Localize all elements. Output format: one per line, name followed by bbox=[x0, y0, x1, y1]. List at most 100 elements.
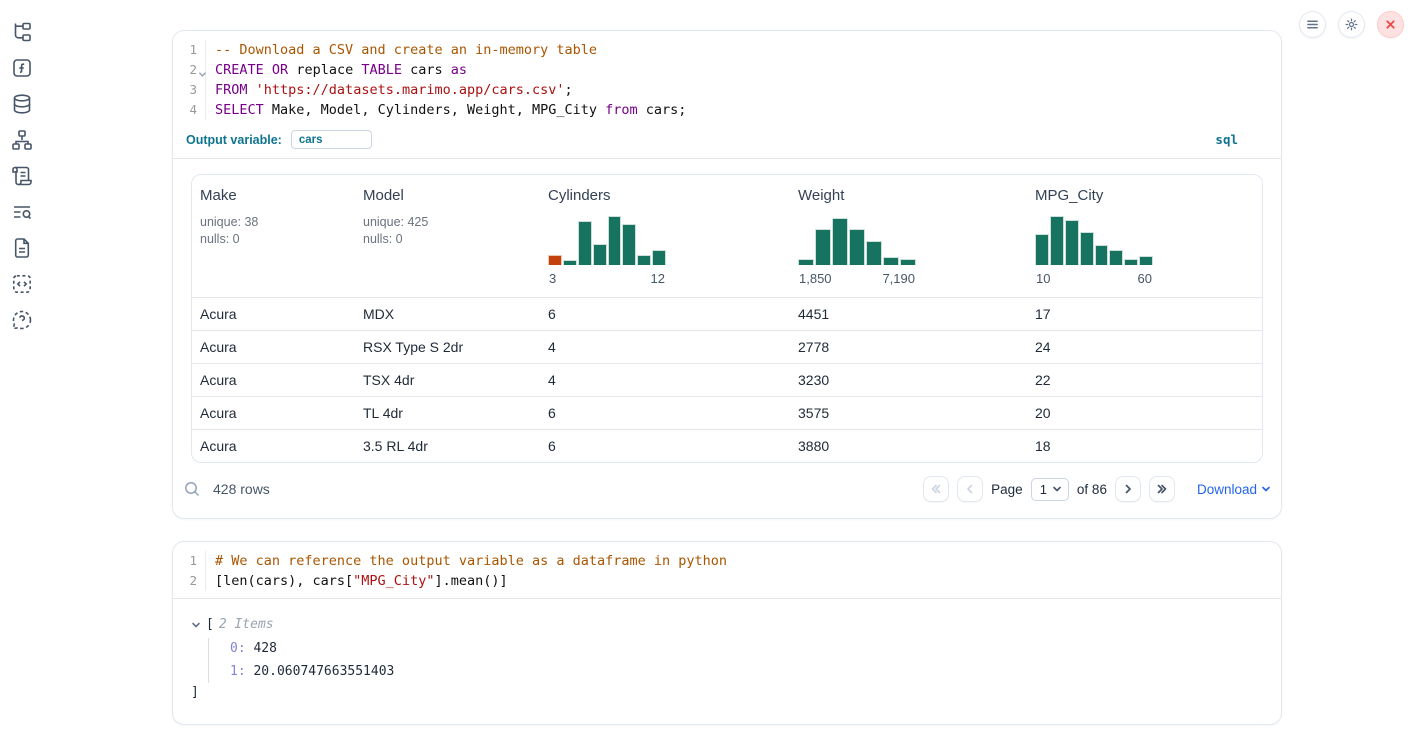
page-number-value: 1 bbox=[1040, 482, 1047, 497]
table-body: AcuraMDX6445117AcuraRSX Type S 2dr427782… bbox=[192, 297, 1262, 462]
chevron-down-icon[interactable] bbox=[191, 620, 201, 630]
previous-page-button[interactable] bbox=[957, 476, 983, 502]
file-tree-icon[interactable] bbox=[11, 21, 33, 43]
column-header-mpg_city[interactable]: MPG_City 1060 bbox=[1027, 175, 1262, 297]
download-label: Download bbox=[1197, 482, 1257, 497]
table-row[interactable]: AcuraRSX Type S 2dr4277824 bbox=[192, 330, 1262, 363]
table-cell: 4 bbox=[540, 331, 790, 363]
histogram-bar bbox=[578, 221, 592, 265]
open-bracket: [ bbox=[206, 616, 214, 634]
histogram-bar bbox=[563, 260, 577, 265]
search-icon[interactable] bbox=[183, 480, 201, 498]
line-number: 3 bbox=[173, 80, 206, 100]
table-cell: Acura bbox=[192, 430, 355, 462]
pagination: Page 1 of 86 bbox=[923, 476, 1271, 502]
unique-count: unique: 425 bbox=[363, 214, 532, 231]
download-button[interactable]: Download bbox=[1197, 482, 1271, 497]
table-cell: Acura bbox=[192, 364, 355, 396]
table-cell: TSX 4dr bbox=[355, 364, 540, 396]
search-logs-icon[interactable] bbox=[11, 201, 33, 223]
code-line: 1# We can reference the output variable … bbox=[173, 551, 1281, 571]
tree-entry-value: 20.060747663551403 bbox=[246, 664, 395, 679]
output-variable-label: Output variable: bbox=[186, 133, 282, 147]
unique-count: unique: 38 bbox=[200, 214, 347, 231]
column-header-make[interactable]: Makeunique: 38nulls: 0 bbox=[192, 175, 355, 297]
histogram-bar bbox=[1109, 250, 1123, 265]
histogram-bar bbox=[1124, 259, 1138, 265]
notebook-cells: 1-- Download a CSV and create an in-memo… bbox=[172, 30, 1282, 725]
table-cell: RSX Type S 2dr bbox=[355, 331, 540, 363]
database-icon[interactable] bbox=[11, 93, 33, 115]
snippets-icon[interactable] bbox=[11, 273, 33, 295]
column-histogram: 1060 bbox=[1035, 213, 1254, 286]
table-row[interactable]: AcuraTL 4dr6357520 bbox=[192, 396, 1262, 429]
histogram-bar bbox=[1095, 245, 1109, 265]
histogram-bar bbox=[815, 229, 831, 265]
sql-code-editor[interactable]: 1-- Download a CSV and create an in-memo… bbox=[173, 31, 1281, 127]
histogram-axis-labels: 312 bbox=[548, 271, 666, 286]
column-histogram: 1,8507,190 bbox=[798, 213, 1019, 286]
table-cell: 3230 bbox=[790, 364, 1027, 396]
tree-entry-key: 0: bbox=[230, 641, 246, 656]
table-row[interactable]: AcuraMDX6445117 bbox=[192, 297, 1262, 330]
scroll-icon[interactable] bbox=[11, 165, 33, 187]
histogram-bar bbox=[1139, 256, 1153, 265]
table-cell: 3.5 RL 4dr bbox=[355, 430, 540, 462]
page-total-label: of 86 bbox=[1077, 482, 1107, 497]
first-page-button[interactable] bbox=[923, 476, 949, 502]
line-number: 1 bbox=[173, 40, 206, 60]
code-line: 2CREATE OR replace TABLE cars as bbox=[173, 60, 1281, 80]
sql-cell-output: Makeunique: 38nulls: 0Modelunique: 425nu… bbox=[173, 159, 1281, 463]
column-stats: unique: 425nulls: 0 bbox=[363, 214, 532, 248]
histogram-bar bbox=[849, 229, 865, 265]
table-row[interactable]: AcuraTSX 4dr4323022 bbox=[192, 363, 1262, 396]
histogram-bar bbox=[798, 259, 814, 265]
function-icon[interactable] bbox=[11, 57, 33, 79]
language-badge: sql bbox=[1215, 132, 1238, 147]
output-variable-input[interactable] bbox=[291, 130, 372, 149]
marimo-notebook: { "sidebar": { "items": [ { "icon": "fil… bbox=[0, 0, 1408, 729]
code-line: 2[len(cars), cars["MPG_City"].mean()] bbox=[173, 571, 1281, 591]
menu-icon[interactable] bbox=[1299, 11, 1326, 38]
last-page-button[interactable] bbox=[1149, 476, 1175, 502]
table-cell: 3880 bbox=[790, 430, 1027, 462]
python-cell-output: [ 2 Items 0: 4281: 20.060747663551403 ] bbox=[173, 599, 1281, 724]
dependency-graph-icon[interactable] bbox=[11, 129, 33, 151]
window-controls bbox=[1299, 11, 1404, 38]
table-cell: 6 bbox=[540, 298, 790, 330]
next-page-button[interactable] bbox=[1115, 476, 1141, 502]
axis-min-label: 10 bbox=[1036, 271, 1050, 286]
tree-entry-value: 428 bbox=[246, 641, 277, 656]
python-cell: 1# We can reference the output variable … bbox=[172, 541, 1282, 725]
table-cell: Acura bbox=[192, 397, 355, 429]
close-bracket: ] bbox=[191, 683, 1263, 702]
table-cell: 4 bbox=[540, 364, 790, 396]
python-code-editor[interactable]: 1# We can reference the output variable … bbox=[173, 542, 1281, 599]
table-cell: 6 bbox=[540, 397, 790, 429]
histogram-bar bbox=[1035, 234, 1049, 265]
gear-icon[interactable] bbox=[1338, 11, 1365, 38]
code-text: -- Download a CSV and create an in-memor… bbox=[206, 40, 597, 60]
column-header-cylinders[interactable]: Cylinders 312 bbox=[540, 175, 790, 297]
column-header-model[interactable]: Modelunique: 425nulls: 0 bbox=[355, 175, 540, 297]
histogram-bar bbox=[866, 241, 882, 265]
document-icon[interactable] bbox=[11, 237, 33, 259]
table-cell: 18 bbox=[1027, 430, 1262, 462]
line-number: 2 bbox=[173, 60, 206, 80]
histogram-bar bbox=[1050, 216, 1064, 265]
column-name: MPG_City bbox=[1035, 187, 1254, 204]
table-cell: 24 bbox=[1027, 331, 1262, 363]
histogram-bar bbox=[1080, 232, 1094, 265]
code-text: CREATE OR replace TABLE cars as bbox=[206, 60, 467, 80]
histogram-bar bbox=[652, 250, 666, 265]
help-icon[interactable] bbox=[11, 309, 33, 331]
code-text: # We can reference the output variable a… bbox=[206, 551, 727, 571]
histogram-bar bbox=[1065, 220, 1079, 265]
page-number-select[interactable]: 1 bbox=[1031, 478, 1069, 501]
table-row[interactable]: Acura3.5 RL 4dr6388018 bbox=[192, 429, 1262, 462]
table-cell: 4451 bbox=[790, 298, 1027, 330]
column-name: Cylinders bbox=[548, 187, 782, 204]
column-header-weight[interactable]: Weight1,8507,190 bbox=[790, 175, 1027, 297]
histogram-bar bbox=[832, 218, 848, 265]
close-icon[interactable] bbox=[1377, 11, 1404, 38]
